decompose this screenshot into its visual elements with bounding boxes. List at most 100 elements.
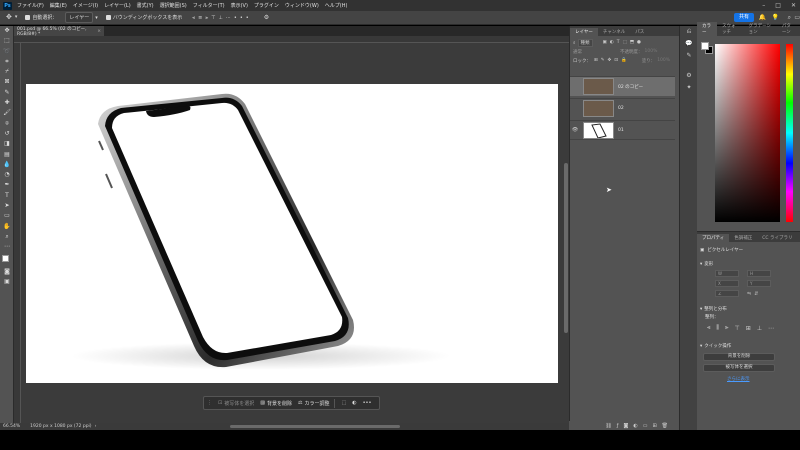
workspace-icon[interactable]: ▭ — [794, 14, 800, 21]
comments-icon[interactable]: 💬 — [680, 38, 698, 50]
maximize-icon[interactable]: □ — [775, 2, 781, 9]
tab-patterns[interactable]: パターン — [777, 22, 800, 36]
history-icon[interactable]: ⎌ — [680, 26, 698, 38]
color-picker-field[interactable] — [715, 44, 780, 222]
adjustment-layer-icon[interactable]: ◐ — [633, 423, 642, 429]
remove-background-button[interactable]: 背景を削除 — [703, 353, 775, 361]
align-bottom-edges-icon[interactable]: ⊥ — [757, 325, 768, 332]
angle-field[interactable]: ∠ — [715, 290, 739, 297]
document-tab[interactable]: 001.psd @ 66.5% (02 のコピー, RGB/8#) * × — [14, 26, 104, 37]
align-h-centers-icon[interactable]: ⫼ — [716, 324, 725, 332]
group-icon[interactable]: ▭ — [643, 423, 653, 429]
marquee-tool-icon[interactable]: ⬚ — [0, 36, 14, 46]
layer-name[interactable]: 02 — [618, 106, 624, 111]
auto-select-dropdown[interactable]: レイヤー ▾ — [65, 12, 98, 23]
adjustments-icon[interactable]: ⚙ — [680, 70, 698, 82]
blend-mode-dropdown[interactable]: 通常 — [573, 49, 582, 55]
tab-gradients[interactable]: グラデーション — [744, 22, 777, 36]
align-v-centers-icon[interactable]: ⊞ — [746, 325, 757, 332]
healing-brush-tool-icon[interactable]: ✚ — [0, 98, 14, 108]
notifications-icon[interactable]: 🔔 — [759, 14, 766, 21]
eye-icon[interactable]: 👁 — [570, 127, 580, 133]
zoom-tool-icon[interactable]: ⌕ — [0, 232, 14, 242]
pen-tool-icon[interactable]: ✒ — [0, 180, 14, 190]
height-field[interactable]: H — [747, 270, 771, 277]
select-subject-button[interactable]: ⊡ 被写体を選択 — [218, 400, 254, 407]
search-icon[interactable]: ⌕ — [788, 14, 791, 22]
layer-name[interactable]: 02 のコピー — [618, 84, 643, 90]
more-link[interactable]: さらに表示 — [727, 376, 800, 382]
more-options-icon[interactable]: ⋯ — [768, 325, 780, 332]
transform-icon[interactable]: ⬚ — [341, 400, 346, 406]
flip-icons[interactable]: ⇋⇵ — [747, 291, 761, 297]
frame-tool-icon[interactable]: ⊠ — [0, 77, 14, 87]
align-center-icon[interactable]: ≡ — [198, 15, 205, 21]
align-top-edges-icon[interactable]: ⊤ — [735, 325, 746, 332]
crop-tool-icon[interactable]: ⌿ — [0, 67, 14, 77]
rectangle-tool-icon[interactable]: ▭ — [0, 211, 14, 221]
3d-mode-icon[interactable]: ⚙ — [264, 14, 269, 21]
vertical-ruler[interactable] — [14, 43, 21, 423]
new-layer-icon[interactable]: ⊞ — [652, 423, 661, 429]
menu-help[interactable]: ヘルプ(H) — [325, 2, 348, 9]
minimize-icon[interactable]: – — [762, 2, 765, 9]
align-right-edges-icon[interactable]: ⫸ — [725, 324, 734, 332]
chevron-right-icon[interactable]: › — [95, 424, 97, 429]
vertical-scroll-thumb[interactable] — [564, 163, 568, 333]
menu-type[interactable]: 書式(Y) — [137, 2, 154, 9]
filter-icons[interactable]: ▣◐T⬚⬒● — [603, 40, 644, 45]
auto-select-checkbox[interactable] — [25, 15, 31, 20]
select-subject-button[interactable]: 被写体を選択 — [703, 364, 775, 372]
x-field[interactable]: X — [715, 280, 739, 287]
lock-icons[interactable]: ⊞✎✥⊡🔒 — [594, 58, 630, 63]
quick-actions-header[interactable]: ▾ クイック操作 — [697, 342, 800, 350]
tab-paths[interactable]: パス — [630, 28, 649, 36]
eraser-tool-icon[interactable]: ◨ — [0, 139, 14, 149]
menu-select[interactable]: 選択範囲(S) — [160, 2, 187, 9]
clone-stamp-tool-icon[interactable]: ⍟ — [0, 119, 14, 129]
history-brush-tool-icon[interactable]: ↺ — [0, 129, 14, 139]
distribute-icon[interactable]: ⋯ — [226, 15, 234, 21]
move-tool-icon[interactable]: ✥ — [6, 14, 12, 21]
menu-plugins[interactable]: プラグイン — [254, 2, 279, 9]
menu-edit[interactable]: 編集(E) — [50, 2, 67, 9]
color-swatches[interactable] — [0, 253, 14, 267]
tab-swatches[interactable]: スウォッチ — [717, 22, 744, 36]
close-tab-icon[interactable]: × — [97, 29, 101, 34]
lasso-tool-icon[interactable]: ➰ — [0, 47, 14, 57]
hue-slider[interactable] — [786, 44, 793, 222]
eyedropper-tool-icon[interactable]: ✎ — [0, 88, 14, 98]
path-select-tool-icon[interactable]: ➤ — [0, 201, 14, 211]
opacity-value[interactable]: 100% — [645, 49, 658, 54]
mask-icon[interactable]: ◙ — [623, 423, 633, 429]
transform-section-header[interactable]: ▾ 変形 — [697, 260, 800, 268]
fill-value[interactable]: 100% — [657, 58, 670, 63]
document-canvas[interactable] — [26, 84, 558, 383]
tab-adjustments[interactable]: 色調補正 — [729, 234, 757, 242]
trash-icon[interactable]: 🗑 — [662, 423, 673, 429]
menu-view[interactable]: 表示(V) — [231, 2, 248, 9]
width-field[interactable]: W — [715, 270, 739, 277]
adjustment-icon[interactable]: ◐ — [352, 400, 356, 406]
share-button[interactable]: 共有 — [734, 13, 754, 22]
fx-icon[interactable]: ƒ — [617, 423, 624, 429]
auto-select-option[interactable]: 自動選択： — [25, 14, 57, 21]
menu-file[interactable]: ファイル(F) — [17, 2, 44, 9]
show-bbox-option[interactable]: バウンディングボックスを表示 — [105, 14, 182, 21]
close-icon[interactable]: ✕ — [791, 2, 796, 9]
object-select-tool-icon[interactable]: ⌗ — [0, 57, 14, 67]
link-icon[interactable]: ⛓ — [605, 423, 616, 429]
more-options-icon[interactable]: ••• — [234, 15, 252, 21]
color-adjust-button[interactable]: ⚖ カラー調整 — [298, 400, 330, 407]
align-middle-icon[interactable]: ⊥ — [219, 15, 226, 21]
horizontal-scroll-thumb[interactable] — [230, 425, 400, 428]
photoshop-logo[interactable]: Ps — [3, 1, 12, 10]
quick-mask-icon[interactable]: ◙ — [0, 267, 14, 277]
move-tool-icon[interactable]: ✥ — [0, 26, 14, 36]
blur-tool-icon[interactable]: 💧 — [0, 160, 14, 170]
brush-tool-icon[interactable]: 🖌 — [0, 108, 14, 118]
align-left-edges-icon[interactable]: ⫷ — [707, 324, 716, 332]
y-field[interactable]: Y — [747, 280, 771, 287]
tab-channels[interactable]: チャンネル — [598, 28, 630, 36]
show-bbox-checkbox[interactable] — [105, 15, 111, 20]
